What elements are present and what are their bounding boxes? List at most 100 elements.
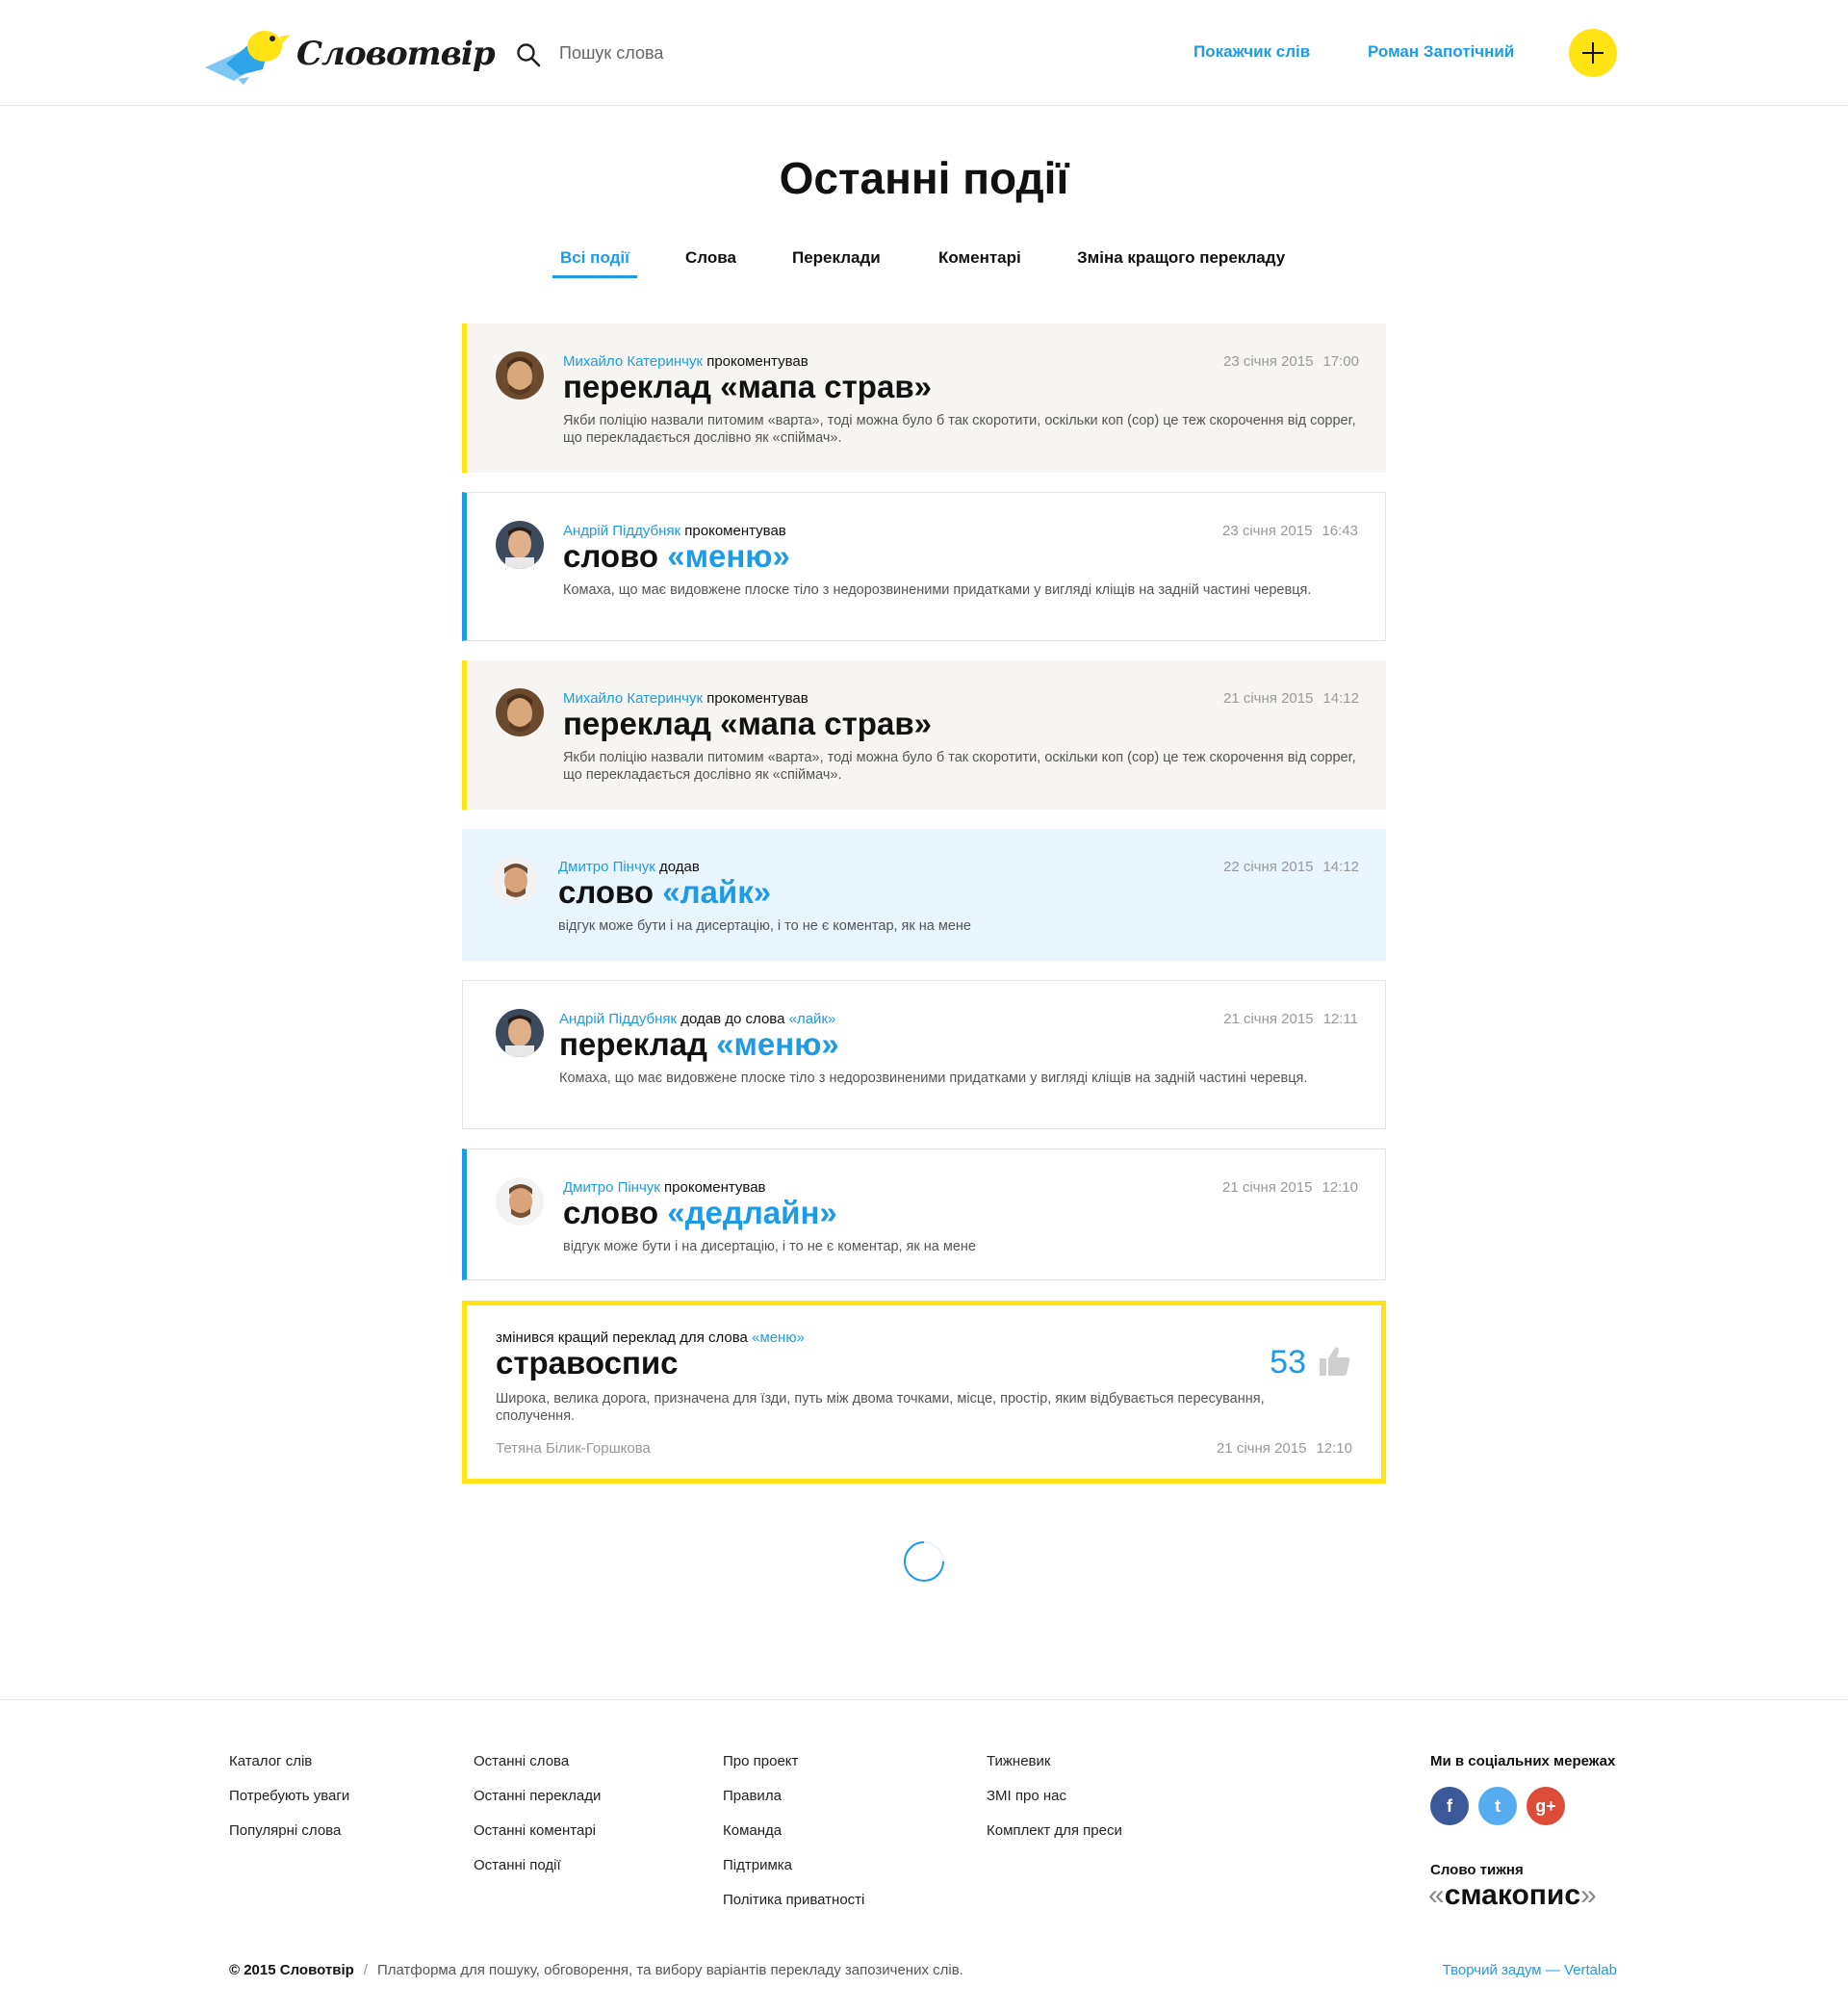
- avatar[interactable]: [496, 688, 544, 736]
- event-headline[interactable]: слово «лайк»: [558, 874, 771, 911]
- user-link[interactable]: Михайло Катеринчук: [563, 690, 703, 707]
- event-card[interactable]: Андрій Піддубняк додав до слова «лайк» 2…: [462, 980, 1386, 1129]
- google-plus-glyph: g+: [1535, 1796, 1556, 1816]
- user-link[interactable]: Дмитро Пінчук: [563, 1179, 660, 1196]
- event-date: 21 січня 2015 12:10: [1217, 1440, 1352, 1457]
- add-word-button[interactable]: [1569, 29, 1617, 77]
- event-card[interactable]: Андрій Піддубняк прокоментував 23 січня …: [462, 492, 1386, 641]
- event-meta: Дмитро Пінчук прокоментував: [563, 1179, 766, 1196]
- event-card[interactable]: Михайло Катеринчук прокоментував 21 січн…: [462, 660, 1386, 810]
- tab-words[interactable]: Слова: [685, 248, 736, 268]
- event-word[interactable]: «меню»: [716, 1026, 839, 1062]
- footer-link[interactable]: Останні події: [474, 1857, 561, 1873]
- tab-all-events[interactable]: Всі події: [552, 248, 637, 278]
- best-change-word-link[interactable]: «меню»: [752, 1329, 805, 1346]
- footer-link[interactable]: Потребують уваги: [229, 1788, 349, 1804]
- footer-link[interactable]: Останні коментарі: [474, 1822, 596, 1839]
- user-link[interactable]: Дмитро Пінчук: [558, 859, 655, 875]
- best-translation[interactable]: стравоспис: [496, 1345, 679, 1381]
- credits-link[interactable]: Творчий задум — Vertalab: [1443, 1962, 1617, 1978]
- action-word-link[interactable]: «лайк»: [789, 1011, 836, 1027]
- event-date: 23 січня 2015 17:00: [1223, 353, 1359, 370]
- event-date: 23 січня 2015 16:43: [1222, 523, 1358, 539]
- event-date: 21 січня 2015 12:10: [1222, 1179, 1358, 1196]
- footer-link[interactable]: Підтримка: [723, 1857, 792, 1873]
- avatar[interactable]: [496, 1177, 544, 1226]
- best-change-text: змінився кращий переклад для слова: [496, 1329, 748, 1346]
- footer-link[interactable]: Тижневик: [987, 1753, 1050, 1769]
- avatar[interactable]: [496, 1009, 544, 1057]
- page-title: Останні події: [779, 153, 1069, 203]
- event-text: Якби поліцію назвали питомим «варта», то…: [563, 750, 1356, 783]
- user-link[interactable]: Андрій Піддубняк: [559, 1011, 677, 1027]
- user-link[interactable]: Михайло Катеринчук: [563, 353, 703, 370]
- event-kind: переклад: [559, 1026, 707, 1062]
- footer-link[interactable]: Популярні слова: [229, 1822, 341, 1839]
- tab-translations[interactable]: Переклади: [792, 248, 881, 268]
- google-plus-icon[interactable]: g+: [1527, 1787, 1565, 1825]
- footer-link[interactable]: Комплект для преси: [987, 1822, 1122, 1839]
- event-word[interactable]: «меню»: [667, 538, 790, 574]
- social-title: Ми в соціальних мережах: [1430, 1753, 1616, 1769]
- site-header: Словотвір Покажчик слів Роман Запотічний: [0, 0, 1848, 106]
- word-of-week[interactable]: «смакопис»: [1428, 1879, 1597, 1912]
- logo[interactable]: Словотвір: [205, 21, 496, 85]
- author-name[interactable]: Тетяна Білик-Горшкова: [496, 1440, 651, 1457]
- tab-best-translation-change[interactable]: Зміна кращого перекладу: [1077, 248, 1285, 268]
- tab-comments[interactable]: Коментарі: [938, 248, 1021, 268]
- event-kind: слово: [563, 1195, 659, 1230]
- nav-user-profile[interactable]: Роман Запотічний: [1368, 42, 1514, 62]
- footer-link[interactable]: Про проект: [723, 1753, 798, 1769]
- event-kind: переклад: [563, 706, 711, 741]
- bird-logo-icon: [205, 31, 290, 85]
- facebook-icon[interactable]: f: [1430, 1787, 1469, 1825]
- footer-link[interactable]: Останні слова: [474, 1753, 569, 1769]
- event-headline[interactable]: слово «меню»: [563, 538, 790, 575]
- event-headline[interactable]: переклад «мапа страв»: [563, 706, 932, 742]
- footer-link[interactable]: ЗМІ про нас: [987, 1788, 1066, 1804]
- loading-spinner-icon: [904, 1541, 944, 1582]
- event-action: додав до слова: [680, 1011, 785, 1027]
- footer-link[interactable]: Правила: [723, 1788, 782, 1804]
- search-icon[interactable]: [516, 42, 541, 67]
- best-change-label: змінився кращий переклад для слова «меню…: [496, 1329, 805, 1346]
- date-text: 23 січня 2015: [1223, 353, 1314, 370]
- avatar[interactable]: [491, 857, 539, 905]
- event-headline[interactable]: переклад «меню»: [559, 1026, 839, 1063]
- twitter-icon[interactable]: t: [1478, 1787, 1517, 1825]
- event-text: відгук може бути і на дисертацію, і то н…: [558, 918, 971, 934]
- copyright: © 2015 Словотвір / Платформа для пошуку, о…: [229, 1962, 963, 1978]
- footer-link[interactable]: Команда: [723, 1822, 782, 1839]
- time-text: 12:10: [1322, 1179, 1358, 1196]
- footer-link[interactable]: Останні переклади: [474, 1788, 601, 1804]
- nav-word-index[interactable]: Покажчик слів: [1194, 42, 1310, 62]
- event-word[interactable]: «дедлайн»: [667, 1195, 837, 1230]
- footer-link[interactable]: Каталог слів: [229, 1753, 312, 1769]
- event-headline[interactable]: переклад «мапа страв»: [563, 369, 932, 405]
- date-text: 22 січня 2015: [1223, 859, 1314, 875]
- best-translation-card[interactable]: змінився кращий переклад для слова «меню…: [462, 1301, 1386, 1484]
- logo-text: Словотвір: [296, 35, 496, 73]
- footer-link[interactable]: Політика приватності: [723, 1892, 864, 1908]
- event-meta: Михайло Катеринчук прокоментував: [563, 353, 808, 370]
- avatar[interactable]: [496, 521, 544, 569]
- event-action: прокоментував: [684, 523, 786, 539]
- event-word[interactable]: «лайк»: [662, 874, 771, 910]
- thumbs-up-icon[interactable]: [1318, 1344, 1352, 1379]
- time-text: 16:43: [1322, 523, 1358, 539]
- search-input[interactable]: [559, 39, 1040, 67]
- event-meta: Дмитро Пінчук додав: [558, 859, 700, 875]
- date-text: 21 січня 2015: [1222, 1179, 1313, 1196]
- event-card[interactable]: Дмитро Пінчук додав 22 січня 2015 14:12 с…: [462, 829, 1386, 961]
- event-card[interactable]: Михайло Катеринчук прокоментував 23 січн…: [462, 323, 1386, 473]
- event-headline[interactable]: слово «дедлайн»: [563, 1195, 837, 1231]
- user-link[interactable]: Андрій Піддубняк: [563, 523, 680, 539]
- event-text: Комаха, що має видовжене плоске тіло з н…: [563, 582, 1312, 598]
- date-text: 21 січня 2015: [1223, 1011, 1314, 1027]
- event-card[interactable]: Дмитро Пінчук прокоментував 21 січня 201…: [462, 1148, 1386, 1280]
- event-word: «мапа страв»: [720, 706, 932, 741]
- avatar[interactable]: [496, 351, 544, 400]
- event-date: 21 січня 2015 12:11: [1223, 1011, 1358, 1027]
- event-meta: Андрій Піддубняк прокоментував: [563, 523, 786, 539]
- date-text: 21 січня 2015: [1217, 1440, 1307, 1457]
